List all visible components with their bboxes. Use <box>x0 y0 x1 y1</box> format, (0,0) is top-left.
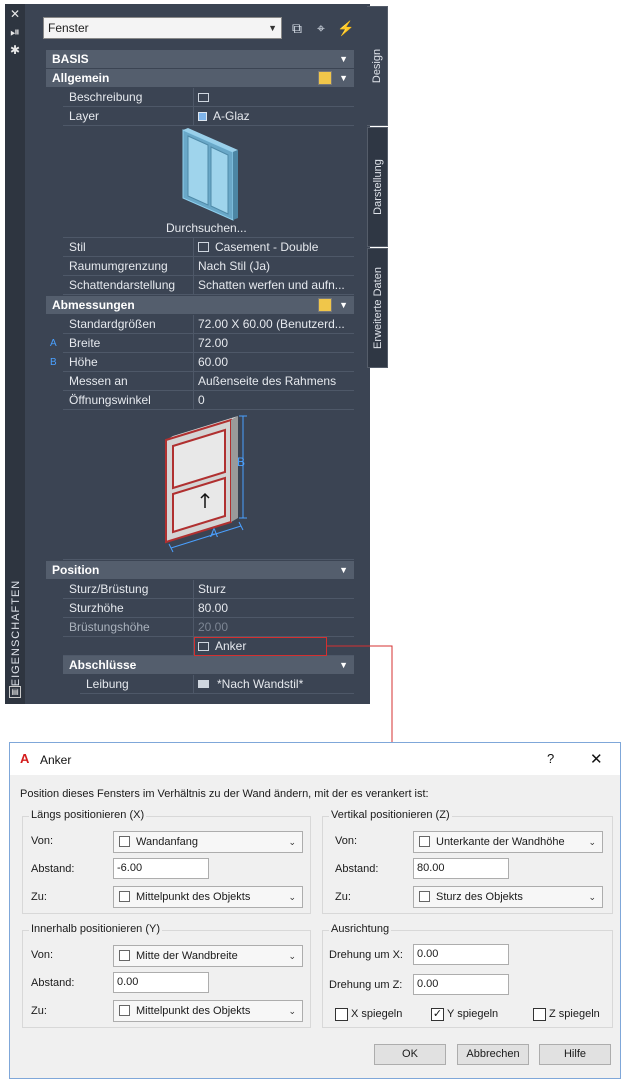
group-innerhalb: Innerhalb positionieren (Y) Von: Mitte d… <box>22 923 311 1028</box>
innerhalb-von-value: Mitte der Wandbreite <box>136 950 238 962</box>
laengs-abstand-input[interactable]: -6.00 <box>113 858 209 879</box>
group-laengs: Längs positionieren (X) Von: Wandanfang … <box>22 809 311 914</box>
mirror-z-checkbox[interactable] <box>533 1008 546 1021</box>
innerhalb-abstand-input[interactable]: 0.00 <box>113 972 209 993</box>
innerhalb-zu-value: Mittelpunkt des Objekts <box>136 1005 251 1017</box>
dialog-titlebar: A Anker ? ✕ <box>10 743 620 775</box>
zu-label: Zu: <box>31 891 47 903</box>
rotation-z-label: Drehung um Z: <box>329 979 403 991</box>
zu-label: Zu: <box>31 1005 47 1017</box>
vertikal-von-value: Unterkante der Wandhöhe <box>436 836 565 848</box>
vertikal-zu-select[interactable]: Sturz des Objekts ⌄ <box>413 886 603 908</box>
wall-width-icon <box>119 950 130 961</box>
abstand-label: Abstand: <box>335 863 379 875</box>
von-label: Von: <box>335 835 358 847</box>
rotation-z-input[interactable]: 0.00 <box>413 974 509 995</box>
mirror-x-label[interactable]: X spiegeln <box>351 1008 402 1020</box>
group-vertikal: Vertikal positionieren (Z) Von: Unterkan… <box>322 809 613 914</box>
zu-label: Zu: <box>335 891 351 903</box>
innerhalb-von-select[interactable]: Mitte der Wandbreite ⌄ <box>113 945 303 967</box>
laengs-von-value: Wandanfang <box>136 836 198 848</box>
vertikal-zu-value: Sturz des Objekts <box>436 891 523 903</box>
object-center-icon <box>119 891 130 902</box>
app-logo-icon: A <box>20 751 30 766</box>
laengs-von-select[interactable]: Wandanfang ⌄ <box>113 831 303 853</box>
chevron-down-icon: ⌄ <box>288 951 296 961</box>
help-button[interactable]: Hilfe <box>539 1044 611 1065</box>
wall-bottom-icon <box>419 836 430 847</box>
abstand-label: Abstand: <box>31 863 75 875</box>
abstand-label: Abstand: <box>31 977 75 989</box>
anker-dialog: A Anker ? ✕ Position dieses Fensters im … <box>9 742 621 1079</box>
laengs-zu-value: Mittelpunkt des Objekts <box>136 891 251 903</box>
close-icon[interactable]: ✕ <box>590 750 603 768</box>
chevron-down-icon: ⌄ <box>588 837 596 847</box>
rotation-x-label: Drehung um X: <box>329 949 403 961</box>
group-laengs-title: Längs positionieren (X) <box>29 809 147 821</box>
chevron-down-icon: ⌄ <box>288 892 296 902</box>
group-innerhalb-title: Innerhalb positionieren (Y) <box>29 923 163 935</box>
von-label: Von: <box>31 835 54 847</box>
innerhalb-zu-select[interactable]: Mittelpunkt des Objekts ⌄ <box>113 1000 303 1022</box>
mirror-y-checkbox[interactable]: ✓ <box>431 1008 444 1021</box>
chevron-down-icon: ⌄ <box>288 1006 296 1016</box>
cancel-button[interactable]: Abbrechen <box>457 1044 529 1065</box>
group-vertikal-title: Vertikal positionieren (Z) <box>329 809 452 821</box>
vertikal-von-select[interactable]: Unterkante der Wandhöhe ⌄ <box>413 831 603 853</box>
mirror-x-checkbox[interactable] <box>335 1008 348 1021</box>
ok-button[interactable]: OK <box>374 1044 446 1065</box>
dialog-title: Anker <box>40 753 72 767</box>
von-label: Von: <box>31 949 54 961</box>
help-icon[interactable]: ? <box>547 751 554 766</box>
mirror-z-label[interactable]: Z spiegeln <box>549 1008 600 1020</box>
mirror-y-label[interactable]: Y spiegeln <box>447 1008 498 1020</box>
object-center-icon <box>119 1005 130 1016</box>
lintel-icon <box>419 891 430 902</box>
group-ausrichtung-title: Ausrichtung <box>329 923 392 935</box>
dialog-description: Position dieses Fensters im Verhältnis z… <box>20 788 429 800</box>
chevron-down-icon: ⌄ <box>288 837 296 847</box>
group-ausrichtung: Ausrichtung Drehung um X: 0.00 Drehung u… <box>322 923 613 1028</box>
wall-start-icon <box>119 836 130 847</box>
chevron-down-icon: ⌄ <box>588 892 596 902</box>
laengs-zu-select[interactable]: Mittelpunkt des Objekts ⌄ <box>113 886 303 908</box>
vertikal-abstand-input[interactable]: 80.00 <box>413 858 509 879</box>
rotation-x-input[interactable]: 0.00 <box>413 944 509 965</box>
